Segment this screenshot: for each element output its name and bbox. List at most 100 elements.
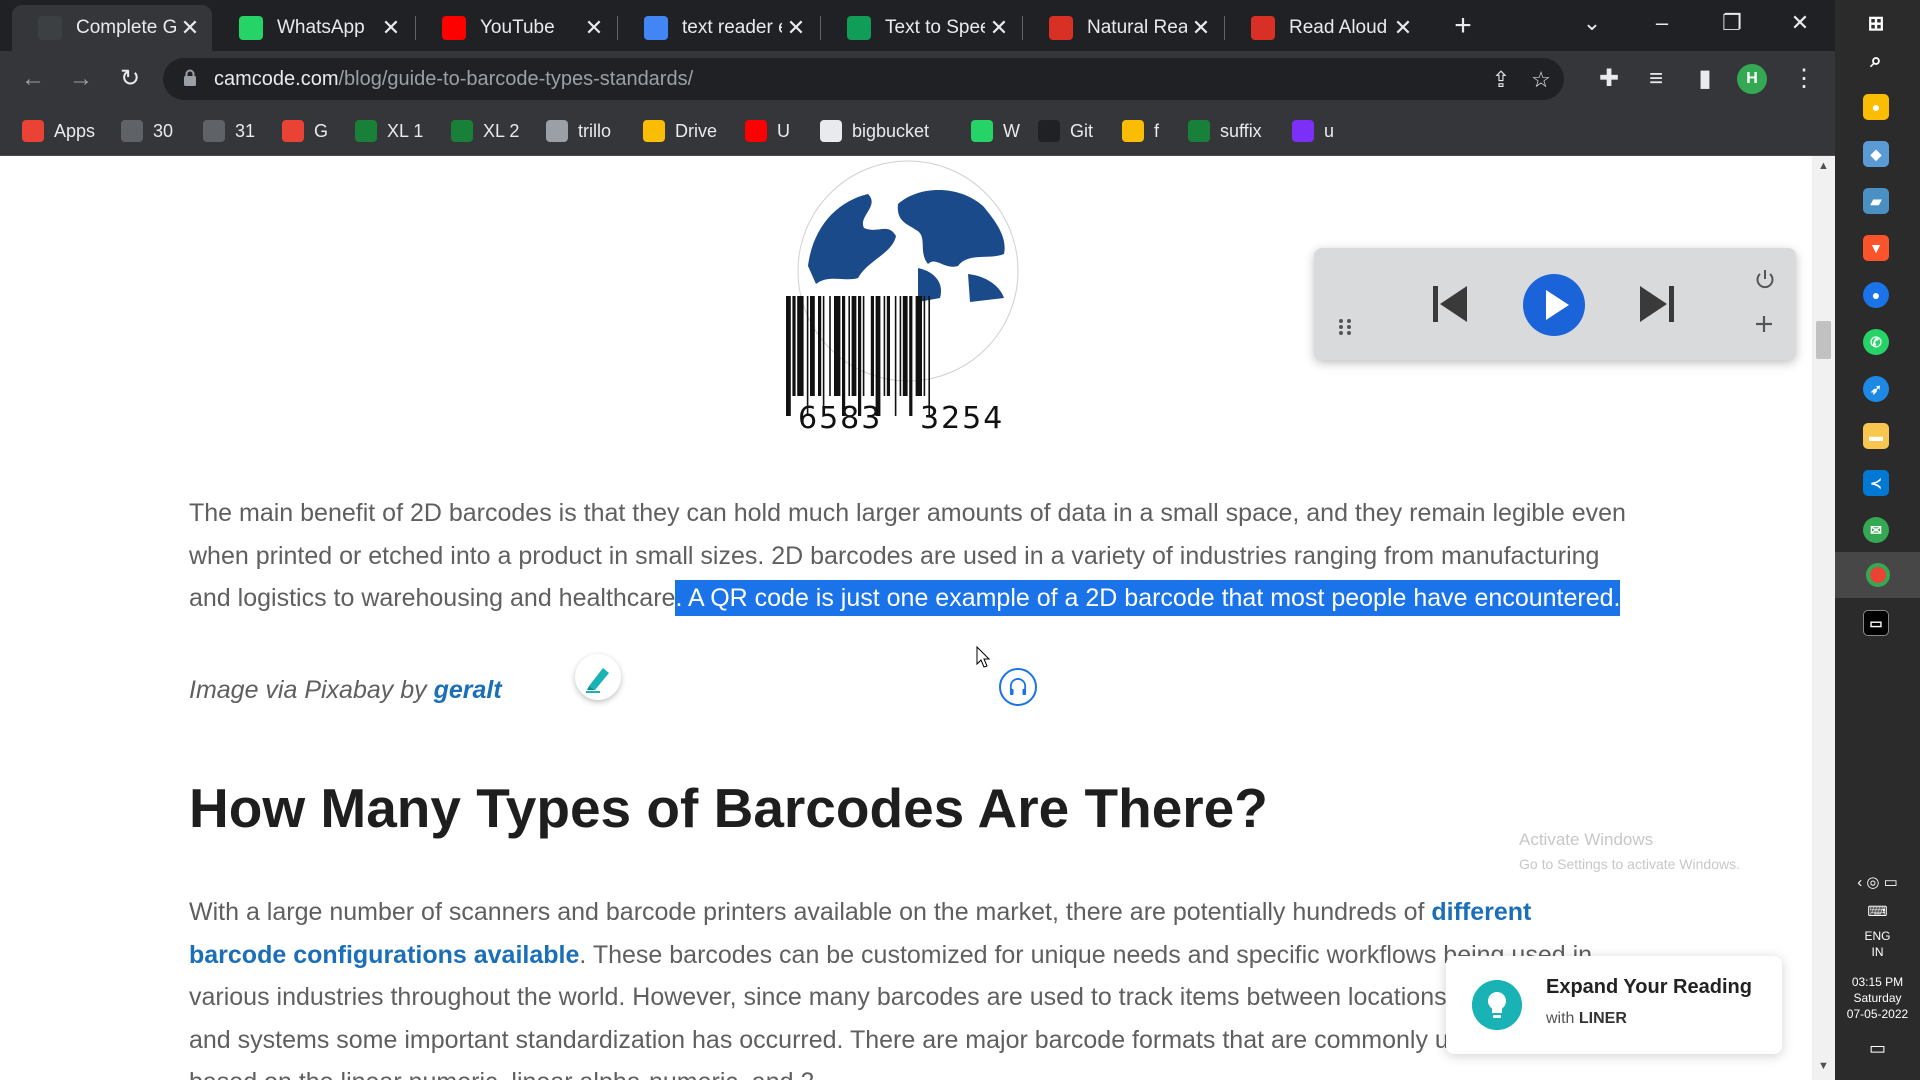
maps-pin-icon[interactable]: ● bbox=[1863, 282, 1889, 308]
whatsapp-icon[interactable]: ✆ bbox=[1863, 329, 1889, 355]
add-icon[interactable] bbox=[1754, 314, 1774, 334]
paragraph-2d-benefit: The main benefit of 2D barcodes is that … bbox=[189, 492, 1629, 620]
section-heading: How Many Types of Barcodes Are There? bbox=[189, 777, 1268, 839]
minimize-icon[interactable]: – bbox=[1632, 6, 1692, 40]
scroll-up-icon[interactable]: ▲ bbox=[1816, 160, 1831, 175]
restore-icon[interactable]: ❐ bbox=[1702, 6, 1762, 40]
region-indicator[interactable]: IN bbox=[1835, 944, 1920, 960]
file-explorer-icon[interactable]: ▬ bbox=[1863, 423, 1889, 449]
selected-text[interactable]: . A QR code is just one example of a 2D … bbox=[675, 580, 1621, 616]
share-icon[interactable]: ⇪ bbox=[1488, 67, 1514, 93]
barcode-globe-image: 6583 3254 bbox=[786, 160, 1019, 436]
tab-search-icon[interactable]: ⌄ bbox=[1562, 6, 1622, 40]
bookmark-item[interactable]: 31 bbox=[203, 119, 255, 143]
search-icon[interactable]: ⌕ bbox=[1863, 48, 1889, 74]
close-tab-icon[interactable]: ✕ bbox=[580, 15, 608, 41]
page-scrollbar[interactable]: ▲ ▼ bbox=[1812, 156, 1835, 1080]
browser-tab[interactable]: WhatsApp ✕ bbox=[213, 5, 413, 51]
windows-start-icon[interactable]: ⊞ bbox=[1863, 10, 1889, 36]
bookmark-item[interactable]: 30 bbox=[121, 119, 173, 143]
chrome-profile-taskbar-icon[interactable] bbox=[1835, 552, 1920, 598]
bookmark-item[interactable]: suffix bbox=[1188, 119, 1262, 143]
notepad-icon[interactable]: ▰ bbox=[1863, 188, 1889, 214]
barcode-bar bbox=[848, 296, 850, 396]
profile-avatar[interactable]: H bbox=[1737, 64, 1767, 94]
tray-icons[interactable]: ‹ ◎ ▭ bbox=[1835, 875, 1920, 891]
bookmark-item[interactable]: bigbucket bbox=[820, 119, 929, 143]
bookmark-item[interactable]: f bbox=[1122, 119, 1159, 143]
browser-tab[interactable]: YouTube ✕ bbox=[416, 5, 616, 51]
previous-track-icon[interactable] bbox=[1430, 284, 1470, 324]
play-icon[interactable] bbox=[1523, 274, 1585, 336]
media-control-icon[interactable]: ≡ bbox=[1640, 63, 1672, 95]
terminal-icon[interactable]: ▭ bbox=[1863, 610, 1889, 636]
clock-time[interactable]: 03:15 PM bbox=[1835, 974, 1920, 990]
browser-tab[interactable]: Natural Read✕ bbox=[1023, 5, 1223, 51]
tab-title: Complete Gu bbox=[76, 17, 176, 38]
power-icon[interactable] bbox=[1754, 268, 1776, 290]
bookmark-item[interactable]: U bbox=[745, 119, 790, 143]
bookmark-item[interactable]: Drive bbox=[643, 119, 717, 143]
headphones-listen-icon[interactable] bbox=[999, 668, 1037, 706]
bookmark-item[interactable]: XL 1 bbox=[355, 119, 423, 143]
notifications-icon[interactable]: ▭ bbox=[1835, 1039, 1920, 1057]
liner-toast[interactable]: Expand Your Reading with LINER bbox=[1446, 956, 1782, 1054]
drag-handle-icon[interactable] bbox=[1338, 318, 1352, 336]
bookmark-star-icon[interactable]: ☆ bbox=[1528, 67, 1554, 93]
scroll-thumb[interactable] bbox=[1816, 321, 1831, 359]
close-tab-icon[interactable]: ✕ bbox=[1187, 15, 1215, 41]
forward-icon[interactable]: → bbox=[65, 63, 97, 95]
chat-icon[interactable]: ✉ bbox=[1863, 517, 1889, 543]
language-indicator[interactable]: ENG bbox=[1835, 928, 1920, 944]
sheet-icon bbox=[203, 120, 225, 142]
bookmark-item[interactable]: u bbox=[1292, 119, 1334, 143]
clock-date[interactable]: 07-05-2022 bbox=[1835, 1006, 1920, 1022]
bookmark-item[interactable]: trillo bbox=[546, 119, 611, 143]
tab-separator bbox=[415, 16, 416, 40]
page-content: 6583 3254 The main benefit of 2D barcode… bbox=[0, 156, 1835, 1080]
url-text[interactable]: camcode.com/blog/guide-to-barcode-types-… bbox=[214, 68, 693, 91]
app-bird-icon[interactable]: ◆ bbox=[1863, 141, 1889, 167]
bookmark-item[interactable]: Git bbox=[1038, 119, 1093, 143]
new-tab-button[interactable]: + bbox=[1446, 10, 1480, 44]
scroll-down-icon[interactable]: ▼ bbox=[1816, 1060, 1831, 1075]
next-track-icon[interactable] bbox=[1637, 284, 1677, 324]
kebab-menu-icon[interactable]: ⋮ bbox=[1788, 63, 1820, 95]
close-window-icon[interactable]: ✕ bbox=[1770, 6, 1830, 40]
clock-day[interactable]: Saturday bbox=[1835, 990, 1920, 1006]
close-tab-icon[interactable]: ✕ bbox=[1389, 15, 1417, 41]
browser-tab[interactable]: text reader e ✕ bbox=[618, 5, 818, 51]
compass-icon[interactable]: ➶ bbox=[1863, 376, 1889, 402]
close-tab-icon[interactable]: ✕ bbox=[176, 15, 204, 41]
close-tab-icon[interactable]: ✕ bbox=[985, 15, 1013, 41]
n-logo-icon bbox=[847, 16, 871, 40]
side-panel-icon[interactable]: ▮ bbox=[1689, 63, 1721, 95]
bookmark-item[interactable]: XL 2 bbox=[451, 119, 519, 143]
brave-icon[interactable]: ▼ bbox=[1863, 235, 1889, 261]
address-bar[interactable]: camcode.com/blog/guide-to-barcode-types-… bbox=[163, 58, 1564, 100]
browser-tab[interactable]: Read Aloud: /✕ bbox=[1225, 5, 1425, 51]
browser-tab[interactable]: Complete Gu✕ bbox=[12, 5, 212, 51]
bookmark-item[interactable]: Apps bbox=[22, 119, 95, 143]
toast-brand: LINER bbox=[1578, 1010, 1627, 1027]
back-icon[interactable]: ← bbox=[17, 63, 49, 95]
barcode-bar bbox=[915, 296, 922, 396]
paragraph-text: With a large number of scanners and barc… bbox=[189, 898, 1432, 926]
reload-icon[interactable]: ↻ bbox=[114, 63, 146, 95]
highlighter-pencil-icon[interactable] bbox=[575, 654, 621, 700]
chrome-icon[interactable]: ● bbox=[1863, 94, 1889, 120]
vscode-icon[interactable]: ≺ bbox=[1863, 470, 1889, 496]
caption-author-link[interactable]: geralt bbox=[434, 676, 502, 704]
toast-title: Expand Your Reading bbox=[1546, 976, 1752, 998]
bookmark-item[interactable]: W bbox=[971, 119, 1020, 143]
browser-tab[interactable]: Text to Speec✕ bbox=[821, 5, 1021, 51]
close-tab-icon[interactable]: ✕ bbox=[782, 15, 810, 41]
keyboard-icon[interactable]: ⌨ bbox=[1835, 903, 1920, 919]
close-tab-icon[interactable]: ✕ bbox=[377, 15, 405, 41]
barcode-bar bbox=[923, 296, 926, 396]
bookmark-item[interactable]: G bbox=[282, 119, 328, 143]
extensions-puzzle-icon[interactable]: ✚ bbox=[1593, 63, 1625, 95]
youtube-icon bbox=[442, 16, 466, 40]
tab-separator bbox=[1022, 16, 1023, 40]
lightbulb-icon bbox=[1472, 980, 1522, 1030]
